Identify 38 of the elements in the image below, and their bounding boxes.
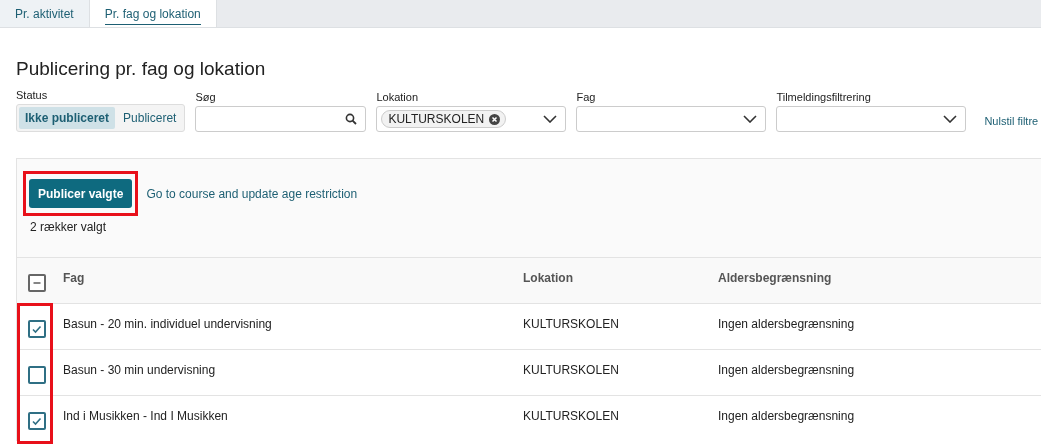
column-header: Lokation — [523, 271, 573, 285]
row-checkbox[interactable] — [28, 320, 46, 338]
field-label: Søg — [195, 91, 217, 104]
search-icon — [345, 113, 358, 125]
row-checkbox[interactable] — [28, 366, 46, 384]
table-cell: Basun - 30 min undervisning — [63, 363, 216, 377]
field-label: Fag — [576, 91, 597, 104]
status-option[interactable]: Ikke publiceret — [19, 107, 116, 129]
field-label: Status — [16, 89, 49, 102]
table-cell: Basun - 20 min. individuel undervisning — [63, 317, 272, 331]
location-select[interactable]: KULTURSKOLEN — [376, 106, 567, 132]
publish-button[interactable]: Publicer valgte — [29, 179, 133, 208]
selection-count: 2 rækker valgt — [29, 219, 108, 236]
column-header: Fag — [63, 271, 85, 285]
age-restriction-link[interactable]: Go to course and update age restriction — [146, 186, 358, 201]
field-label: Lokation — [376, 91, 419, 104]
status-option[interactable]: Publiceret — [117, 107, 183, 129]
field-label: Tilmeldingsfiltrering — [776, 91, 872, 104]
table-cell: Ingen aldersbegrænsning — [718, 317, 855, 331]
table-cell: KULTURSKOLEN — [523, 409, 619, 423]
chevron-down-icon — [943, 115, 958, 123]
table-cell: Ind i Musikken - Ind I Musikken — [63, 409, 228, 423]
search-field[interactable] — [195, 106, 367, 132]
reset-filters-link[interactable]: Nulstil filtre — [984, 115, 1039, 127]
select-all-checkbox[interactable] — [28, 274, 46, 292]
table-cell: Ingen aldersbegrænsning — [718, 363, 855, 377]
location-chip[interactable]: KULTURSKOLEN — [381, 110, 507, 128]
row-checkbox[interactable] — [28, 412, 46, 430]
table-cell: Ingen aldersbegrænsning — [718, 409, 855, 423]
table-cell: KULTURSKOLEN — [523, 317, 619, 331]
chevron-down-icon — [743, 115, 758, 123]
column-header: Aldersbegrænsning — [718, 271, 832, 285]
tab[interactable]: Pr. aktivitet — [0, 0, 90, 27]
chevron-down-icon — [543, 115, 558, 123]
table-cell: KULTURSKOLEN — [523, 363, 619, 377]
tab[interactable]: Pr. fag og lokation — [89, 0, 217, 27]
page-title: Publicering pr. fag og lokation — [16, 58, 267, 80]
remove-icon[interactable] — [489, 113, 501, 125]
